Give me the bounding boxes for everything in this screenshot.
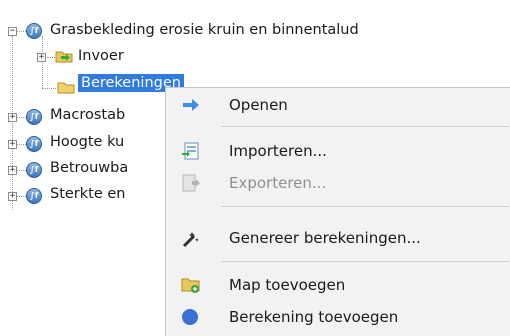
wand-icon [182, 232, 199, 247]
tree-connector [47, 57, 55, 58]
tree-connector [42, 88, 56, 89]
failure-mechanism-icon: ∫f [26, 188, 42, 204]
menu-item-openen[interactable]: Openen [166, 90, 510, 120]
expand-toggle[interactable]: + [8, 113, 17, 122]
tree-item-invoer[interactable]: Invoer [78, 48, 124, 64]
tree-item-root[interactable]: Grasbekleding erosie kruin en binnentalu… [50, 22, 359, 38]
import-icon [182, 142, 199, 160]
collapse-toggle[interactable]: − [8, 27, 17, 36]
tree-connector [17, 144, 26, 145]
tree-connector [17, 31, 26, 32]
tree-connector [12, 36, 13, 210]
menu-separator [221, 261, 509, 262]
tree-item-sterkte[interactable]: Sterkte en [50, 186, 126, 202]
menu-item-label: Importeren... [229, 142, 327, 160]
export-icon [182, 174, 200, 192]
menu-item-map-toevoegen[interactable]: Map toevoegen [166, 270, 510, 300]
menu-item-label: Exporteren... [229, 174, 327, 192]
failure-mechanism-icon: ∫f [26, 162, 42, 178]
menu-item-label: Map toevoegen [229, 276, 346, 294]
expand-toggle[interactable]: + [8, 140, 17, 149]
failure-mechanism-icon: ∫f [26, 109, 42, 125]
failure-mechanism-icon: ∫f [26, 23, 42, 39]
folder-icon [57, 82, 75, 94]
folder-add-icon [181, 278, 200, 293]
tree-connector [42, 36, 43, 88]
menu-item-label: Genereer berekeningen... [229, 229, 421, 247]
context-menu: Openen Importeren... Exporteren... Gener… [165, 87, 510, 336]
failure-mechanism-icon: ∫f [26, 136, 42, 152]
menu-item-exporteren[interactable]: Exporteren... [166, 168, 510, 198]
tree-connector [17, 196, 26, 197]
menu-item-importeren[interactable]: Importeren... [166, 136, 510, 166]
tree-connector [17, 117, 26, 118]
menu-item-label: Berekening toevoegen [229, 308, 399, 326]
tree-connector [17, 170, 26, 171]
menu-item-label: Openen [229, 96, 288, 114]
calculation-icon [182, 309, 198, 325]
expand-toggle[interactable]: + [37, 53, 46, 62]
tree-item-macrostab[interactable]: Macrostab [50, 107, 125, 123]
folder-icon [55, 51, 73, 63]
menu-item-berekening-toevoegen[interactable]: Berekening toevoegen [166, 302, 510, 332]
tree-item-betrouwbaarheid[interactable]: Betrouwba [50, 160, 128, 176]
tree-item-hoogte[interactable]: Hoogte ku [50, 134, 124, 150]
expand-toggle[interactable]: + [8, 166, 17, 175]
menu-separator [221, 126, 509, 127]
menu-separator [221, 206, 509, 207]
menu-item-genereer-berekeningen[interactable]: Genereer berekeningen... [166, 223, 510, 253]
arrow-right-icon [183, 99, 199, 111]
expand-toggle[interactable]: + [8, 192, 17, 201]
